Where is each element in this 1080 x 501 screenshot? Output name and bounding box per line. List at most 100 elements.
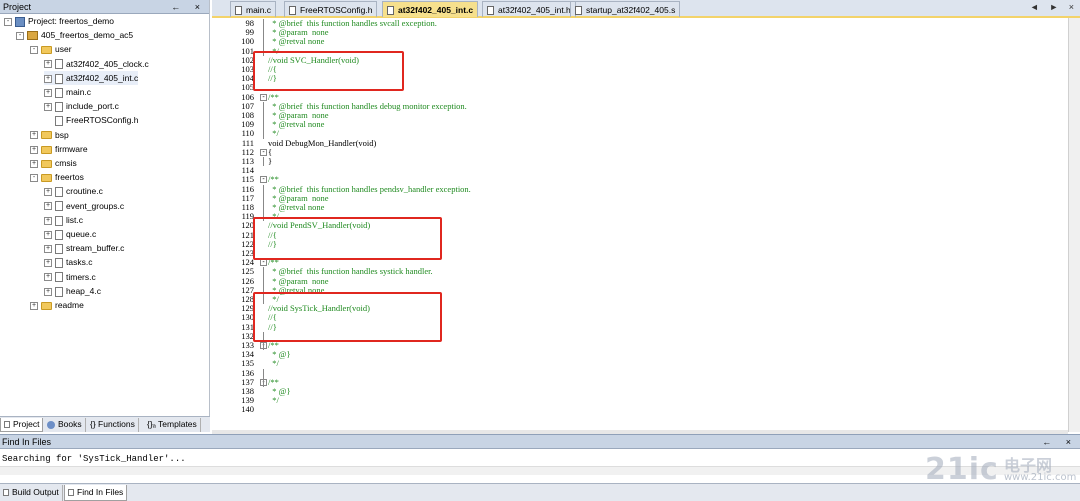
tab-startup-s[interactable]: startup_at32f402_405.s (570, 1, 681, 17)
collapse-icon[interactable]: - (30, 46, 38, 55)
find-panel-title: Find In Files ← × (0, 435, 1080, 449)
code-line: } (268, 156, 273, 166)
tree-item[interactable]: - 405_freertos_demo_ac5 (16, 28, 133, 42)
tree-item[interactable]: + timers.c (44, 270, 96, 284)
expand-icon[interactable]: + (30, 131, 38, 140)
tab-main-c[interactable]: main.c (230, 1, 277, 17)
tree-item-label: list.c (66, 214, 83, 225)
panel-controls[interactable]: ← × (171, 0, 206, 14)
expand-icon[interactable]: + (44, 273, 52, 282)
find-horizontal-scrollbar[interactable] (0, 466, 1080, 475)
collapse-icon[interactable]: - (30, 173, 38, 182)
file-icon (55, 87, 63, 98)
output-tabs: Build Output Find In Files (0, 483, 1080, 501)
tab-label: at32f402_405_int.h (498, 5, 571, 15)
tab-build-output-label: Build Output (12, 487, 59, 497)
fold-toggle-icon[interactable]: - (260, 259, 267, 267)
tab-templates[interactable]: {}ₐ Templates (144, 418, 201, 432)
watermark-logo: 21ic (925, 452, 999, 487)
tab-controls[interactable]: ◄ ► × (1030, 2, 1078, 12)
tree-item[interactable]: + tasks.c (44, 255, 92, 269)
tree-item[interactable]: + cmsis (30, 156, 77, 170)
tree-item[interactable]: - freertos (30, 170, 84, 184)
expand-icon[interactable]: + (30, 159, 38, 168)
fold-guide (263, 184, 264, 222)
expand-icon[interactable]: + (44, 188, 52, 197)
expand-icon[interactable]: + (30, 145, 38, 154)
expand-icon[interactable]: + (44, 230, 52, 239)
project-tab-icon (4, 421, 10, 429)
tree-item[interactable]: - Project: freertos_demo (4, 14, 114, 28)
tab-project[interactable]: Project (0, 418, 44, 432)
tree-item[interactable]: + include_port.c (44, 99, 119, 113)
tab-find-in-files[interactable]: Find In Files (64, 485, 128, 501)
expand-icon[interactable]: + (44, 74, 52, 83)
code-line: */ (268, 395, 279, 406)
tree-item-label: 405_freertos_demo_ac5 (41, 30, 134, 41)
tree-item[interactable]: + readme (30, 298, 84, 312)
tree-item-label: Project: freertos_demo (28, 16, 114, 26)
folder-icon (41, 46, 52, 55)
tab-at32f402-405-int-c[interactable]: at32f402_405_int.c (382, 1, 479, 17)
collapse-icon[interactable]: - (4, 17, 12, 26)
tree-item-label: freertos (55, 172, 84, 183)
highlight-svc-handler (253, 51, 404, 91)
folder-icon (41, 131, 52, 140)
tree-item-label: bsp (55, 129, 69, 140)
project-panel-title: Project ← × (0, 0, 209, 14)
fold-toggle-icon[interactable]: - (260, 176, 267, 184)
tab-books[interactable]: Books (44, 418, 86, 432)
fold-toggle-icon[interactable]: - (260, 148, 267, 156)
file-icon (55, 243, 63, 254)
expand-icon[interactable]: + (44, 259, 52, 268)
tree-item[interactable]: - user (30, 42, 72, 56)
tree-item[interactable]: + event_groups.c (44, 199, 124, 213)
expand-icon[interactable]: + (44, 244, 52, 253)
tree-item[interactable]: + heap_4.c (44, 284, 101, 298)
collapse-icon[interactable]: - (16, 31, 24, 40)
tree-item[interactable]: + list.c (44, 213, 83, 227)
tab-freertosconfig-h[interactable]: FreeRTOSConfig.h (284, 1, 378, 17)
tab-label: FreeRTOSConfig.h (300, 5, 373, 15)
tree-item[interactable]: + main.c (44, 85, 91, 99)
expand-icon[interactable]: + (30, 301, 38, 310)
tab-at32f402-405-int-h[interactable]: at32f402_405_int.h (482, 1, 576, 17)
tree-item[interactable]: + at32f402_405_clock.c (44, 57, 149, 71)
tree-item-label: readme (55, 300, 84, 310)
editor-tabs: main.c FreeRTOSConfig.h at32f402_405_int… (212, 0, 1080, 18)
tab-find-in-files-label: Find In Files (77, 487, 124, 497)
books-icon (47, 420, 55, 429)
tab-books-label: Books (58, 419, 82, 429)
vertical-scrollbar[interactable] (1068, 18, 1080, 432)
folder-icon (41, 301, 52, 310)
expand-icon[interactable]: + (44, 88, 52, 97)
tree-item[interactable]: + queue.c (44, 227, 96, 241)
tree-item[interactable]: + croutine.c (44, 184, 103, 198)
line-number: 140 (241, 404, 254, 415)
tree-item[interactable]: FreeRTOSConfig.h (44, 113, 138, 127)
expand-icon[interactable]: + (44, 202, 52, 211)
expand-icon[interactable]: + (44, 60, 52, 69)
highlight-systick-handler (253, 292, 442, 342)
find-panel-controls[interactable]: ← × (1042, 435, 1077, 449)
tree-item[interactable]: + stream_buffer.c (44, 241, 124, 255)
file-icon (55, 215, 63, 226)
project-panel-tabs: Project Books {} Functions {}ₐ Templates (0, 416, 210, 432)
tab-build-output[interactable]: Build Output (0, 485, 63, 501)
tree-item-label: queue.c (66, 229, 97, 239)
expand-icon[interactable]: + (44, 216, 52, 225)
expand-icon[interactable]: + (44, 287, 52, 296)
file-icon (55, 229, 63, 240)
tree-item[interactable]: + firmware (30, 142, 88, 156)
fold-toggle-icon[interactable]: - (260, 93, 267, 101)
line-number-gutter: 98 99 100 101 102 103 104 105 106 107 108 109 110 111… (212, 18, 256, 432)
tree-item-label: main.c (66, 87, 92, 97)
target-icon (27, 31, 38, 41)
tree-item-label: cmsis (55, 158, 77, 168)
file-icon (55, 73, 63, 84)
code-line: void DebugMon_Handler(void) (268, 137, 377, 148)
expand-icon[interactable]: + (44, 102, 52, 111)
tree-item[interactable]: + bsp (30, 128, 69, 142)
tab-functions[interactable]: {} Functions (87, 418, 139, 432)
tree-item[interactable]: + at32f402_405_int.c (44, 70, 139, 85)
